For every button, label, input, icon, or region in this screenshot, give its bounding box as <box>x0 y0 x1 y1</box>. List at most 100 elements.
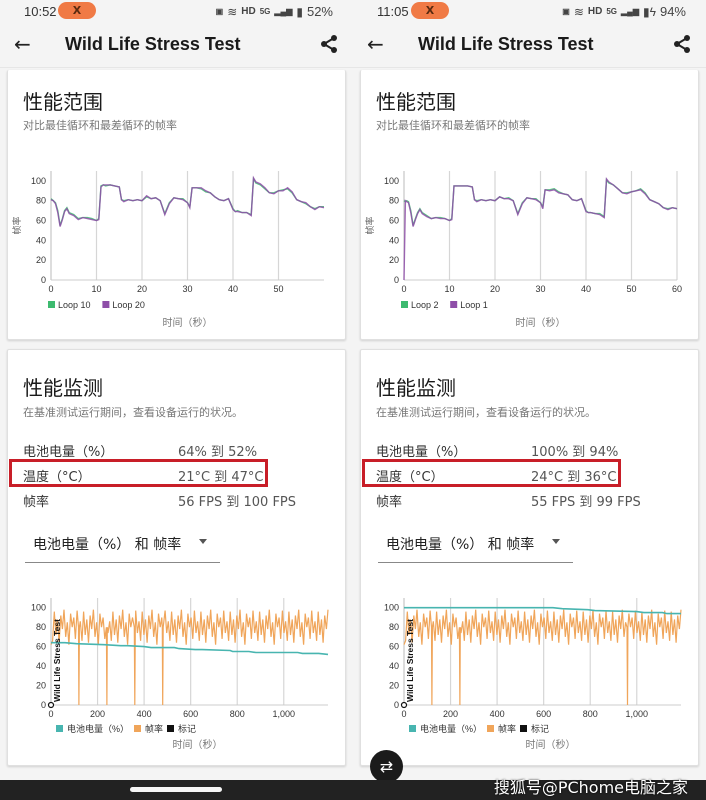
x-tick-label: 40 <box>581 284 591 294</box>
rotate-icon[interactable]: ⇄ <box>370 750 403 783</box>
navigation-bar: 搜狐号@PChome电脑之家 <box>0 778 706 800</box>
share-icon[interactable] <box>672 34 692 54</box>
x-tick-label: 10 <box>91 284 101 294</box>
x-tick-label: 400 <box>490 709 505 719</box>
legend-swatch <box>48 301 55 308</box>
page-title: Wild Life Stress Test <box>418 34 594 54</box>
x-tick-label: 0 <box>48 709 53 719</box>
x-tick-label: 400 <box>137 709 152 719</box>
marker-label: Wild Life Stress Test <box>405 619 415 702</box>
legend-swatch <box>409 725 416 732</box>
x-tick-label: 200 <box>90 709 105 719</box>
back-arrow-icon[interactable]: ← <box>367 32 384 56</box>
x-axis-label: 时间（秒） <box>163 316 213 329</box>
legend-swatch <box>134 725 141 732</box>
x-tick-label: 60 <box>672 284 682 294</box>
x-tick-label: 200 <box>443 709 458 719</box>
x-tick-label: 50 <box>626 284 636 294</box>
x-tick-label: 20 <box>137 284 147 294</box>
y-tick-label: 100 <box>384 603 399 613</box>
status-bar: 10:52 X ▣ ≋ HD 5G ▂▄▆ ▮ 52% <box>0 0 353 22</box>
legend-swatch <box>520 725 527 732</box>
status-time: 10:52 <box>24 4 57 19</box>
y-tick-label: 20 <box>389 255 399 265</box>
share-icon[interactable] <box>319 34 339 54</box>
y-tick-label: 60 <box>36 216 46 226</box>
y-tick-label: 0 <box>394 700 399 710</box>
legend-label: Loop 2 <box>411 300 439 310</box>
wifi-icon: ≋ <box>573 4 584 19</box>
status-icons: ▣ ≋ HD 5G ▂▄▆ ▮ϟ 94% <box>562 4 686 19</box>
y-tick-label: 100 <box>31 603 46 613</box>
y-tick-label: 80 <box>389 196 399 206</box>
network-label: 5G <box>259 7 271 16</box>
y-tick-label: 40 <box>389 661 399 671</box>
y-tick-label: 60 <box>36 642 46 652</box>
marker-label: Wild Life Stress Test <box>52 619 62 702</box>
legend-swatch <box>56 725 63 732</box>
x-tick-label: 0 <box>48 284 53 294</box>
y-tick-label: 20 <box>389 681 399 691</box>
nfc-icon: ▣ <box>562 7 570 16</box>
page-title: Wild Life Stress Test <box>65 34 241 54</box>
monitor-chart: 0 200 400 600 800 1,000 0 20 40 60 80 100 Wild Life … <box>384 598 682 751</box>
y-tick-label: 60 <box>389 216 399 226</box>
performance-range-card: 性能范围 对比最佳循环和最差循环的帧率 0 10 20 30 40 50 0 20 40 60 80… <box>7 70 346 340</box>
y-tick-label: 100 <box>31 176 46 186</box>
y-tick-label: 0 <box>41 700 46 710</box>
watermark: 搜狐号@PChome电脑之家 <box>493 778 688 797</box>
x-axis-label: 时间（秒） <box>173 738 223 751</box>
performance-range-card: 性能范围 对比最佳循环和最差循环的帧率 0 10 20 30 40 50 60 0 20 40 60… <box>360 70 699 340</box>
phone-right: 11:05 X ▣ ≋ HD 5G ▂▄▆ ▮ϟ 94% ← Wild Life… <box>353 0 706 780</box>
y-tick-label: 80 <box>36 622 46 632</box>
legend-label: Loop 20 <box>112 300 145 310</box>
series-line-fps <box>50 609 329 706</box>
network-label: 5G <box>606 7 618 16</box>
home-handle[interactable] <box>130 787 222 792</box>
x-axis-label: 时间（秒） <box>516 316 566 329</box>
x-tick-label: 800 <box>583 709 598 719</box>
battery-icon: ▮ <box>296 4 303 19</box>
legend-swatch <box>487 725 494 732</box>
legend-swatch <box>401 301 408 308</box>
status-time: 11:05 <box>377 4 409 19</box>
legend-label: 帧率 <box>145 723 163 734</box>
series-line-fps <box>403 609 682 706</box>
x-tick-label: 40 <box>228 284 238 294</box>
performance-monitor-card: 性能监测 在基准测试运行期间，查看设备运行的状况。 电池电量（%） 100% 到… <box>360 349 699 766</box>
y-tick-label: 40 <box>389 235 399 245</box>
app-bar: ← Wild Life Stress Test <box>353 22 706 68</box>
x-tick-label: 600 <box>536 709 551 719</box>
y-tick-label: 40 <box>36 235 46 245</box>
range-chart: 0 10 20 30 40 50 0 20 40 60 80 100 帧率 Loop 10 Loop 20 时… <box>11 171 325 329</box>
battery-percent: 94% <box>659 4 686 19</box>
y-tick-label: 20 <box>36 681 46 691</box>
y-tick-label: 40 <box>36 661 46 671</box>
range-chart: 0 10 20 30 40 50 60 0 20 40 60 80 100 帧率 Loop 2 Loop 1 时… <box>364 171 682 329</box>
signal-icon: ▂▄▆ <box>274 7 293 16</box>
x-tick-label: 1,000 <box>273 709 296 719</box>
x-tick-label: 800 <box>230 709 245 719</box>
app-pill-icon[interactable]: X <box>58 2 96 19</box>
y-tick-label: 0 <box>41 275 46 285</box>
monitor-chart: 0 200 400 600 800 1,000 0 20 40 60 80 100 Wild Life … <box>31 598 329 751</box>
battery-charging-icon: ▮ϟ <box>643 4 656 19</box>
app-pill-icon[interactable]: X <box>411 2 449 19</box>
y-tick-label: 80 <box>389 622 399 632</box>
x-axis-label: 时间（秒） <box>526 738 576 751</box>
x-tick-label: 10 <box>444 284 454 294</box>
y-tick-label: 100 <box>384 176 399 186</box>
y-axis-label: 帧率 <box>364 216 375 234</box>
legend-label: 电池电量（%） <box>67 723 129 734</box>
legend-swatch <box>167 725 174 732</box>
y-tick-label: 0 <box>394 275 399 285</box>
x-tick-label: 50 <box>273 284 283 294</box>
marker-point <box>47 701 55 709</box>
legend-swatch <box>102 301 110 308</box>
app-bar: ← Wild Life Stress Test <box>0 22 353 68</box>
x-tick-label: 600 <box>183 709 198 719</box>
x-tick-label: 0 <box>401 284 406 294</box>
back-arrow-icon[interactable]: ← <box>14 32 31 56</box>
y-axis-label: 帧率 <box>11 216 22 234</box>
marker-point <box>400 701 408 709</box>
